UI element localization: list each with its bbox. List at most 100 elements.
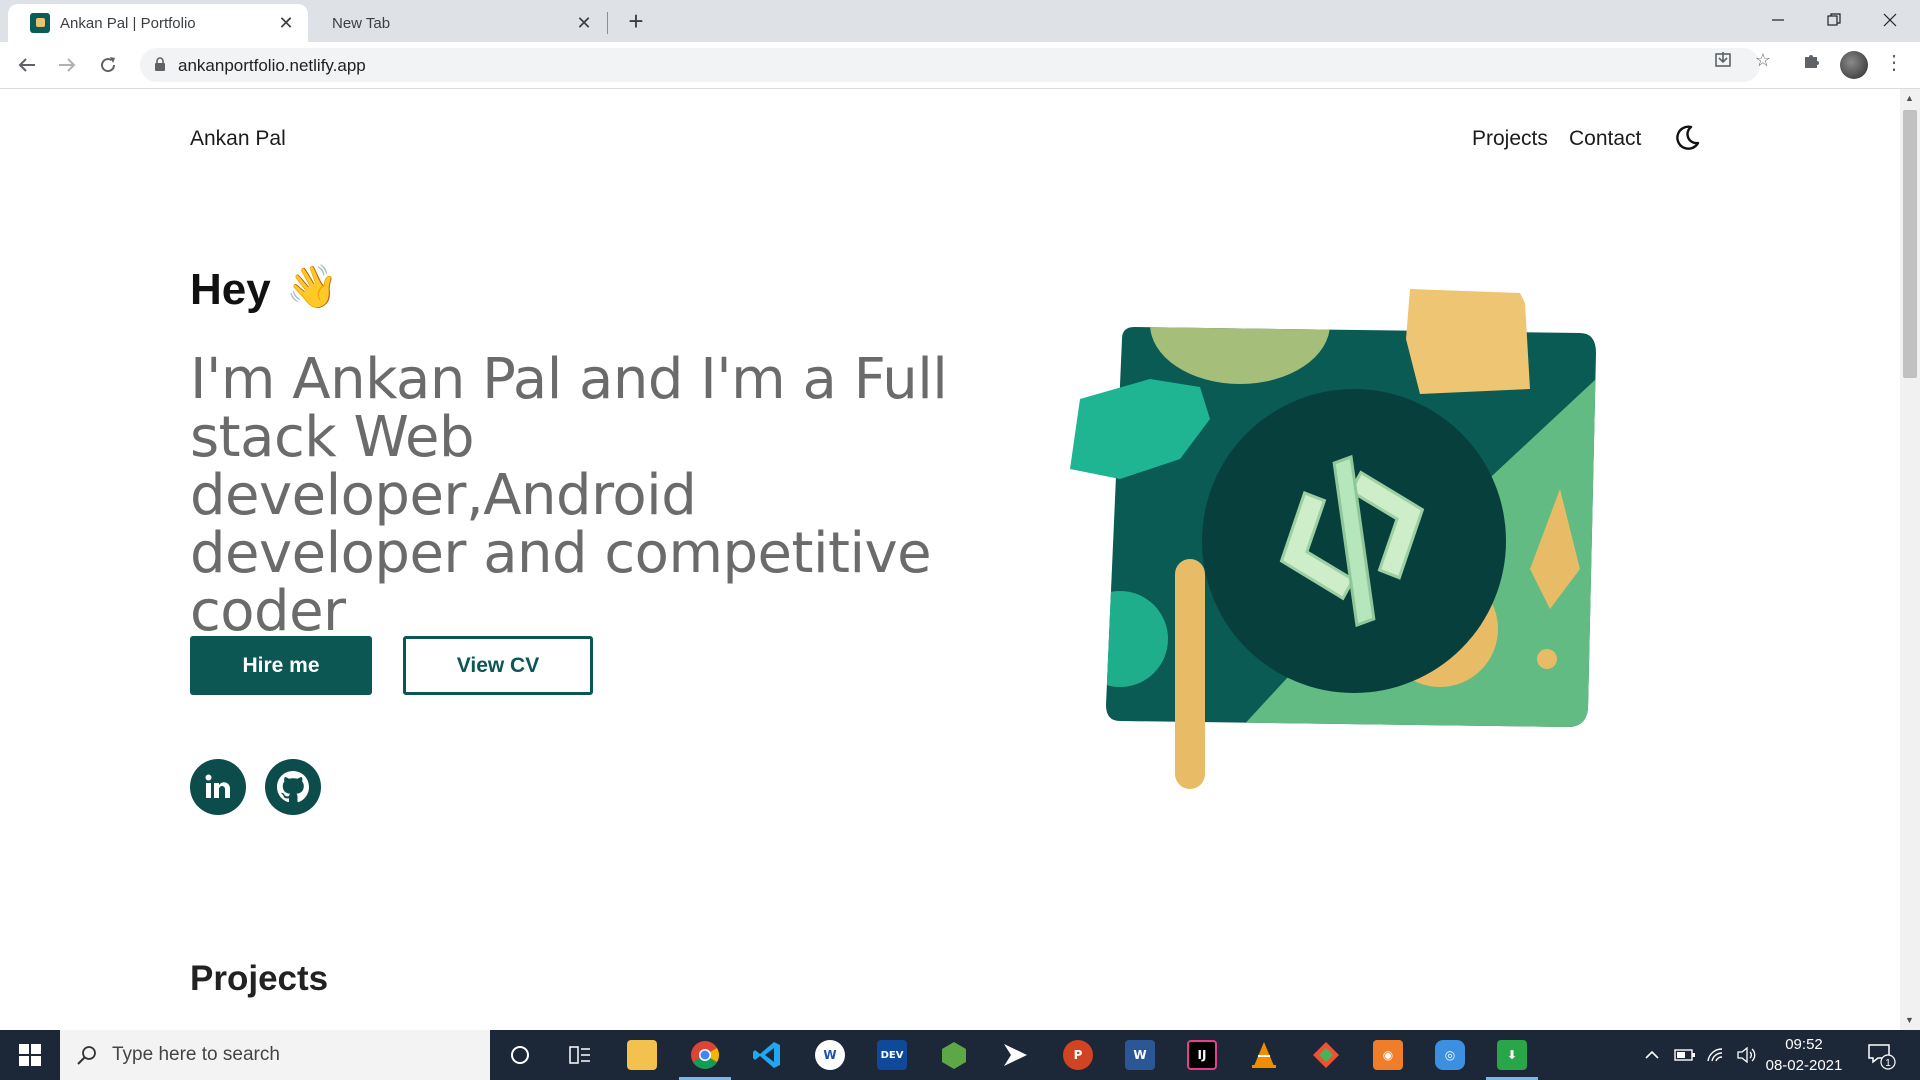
windows-logo-icon [19,1044,41,1066]
wifi-icon [1707,1048,1723,1062]
system-clock[interactable]: 09:52 08-02-2021 [1756,1034,1852,1076]
taskbar-wps[interactable]: W [800,1030,860,1080]
taskbar-vscode[interactable] [737,1030,797,1080]
taskbar-search-box[interactable]: Type here to search [60,1030,490,1080]
network-status[interactable] [1706,1030,1726,1080]
action-center-button[interactable]: 1 [1866,1040,1896,1070]
page-scrollbar[interactable]: ▲ ▼ [1900,89,1920,1030]
taskbar-powerpoint[interactable]: P [1048,1030,1108,1080]
site-brand[interactable]: Ankan Pal [190,127,286,151]
close-window-button[interactable] [1862,0,1918,40]
taskbar-screen-recorder[interactable]: ◎ [1420,1030,1480,1080]
forward-button[interactable] [52,50,82,80]
task-view-icon [569,1046,590,1064]
greeting-heading: Hey [190,265,271,314]
cortana-icon [511,1046,529,1064]
clock-date: 08-02-2021 [1765,1057,1843,1074]
start-button[interactable] [0,1030,60,1080]
cloud-download-icon: ⬇ [1497,1040,1527,1070]
tab-portfolio[interactable]: Ankan Pal | Portfolio ✕ [8,4,308,42]
tab-title: Ankan Pal | Portfolio [60,14,196,32]
search-icon [77,1046,96,1065]
taskbar-task-view[interactable] [550,1030,610,1080]
new-tab-button[interactable]: + [622,6,650,37]
scroll-down-icon[interactable]: ▼ [1905,1015,1914,1025]
screen-recorder-icon: ◎ [1435,1040,1465,1070]
windows-taskbar: Type here to search W DEV P W IJ ◉ ◎ ⬇ 0… [0,1030,1920,1080]
url-text: ankanportfolio.netlify.app [178,56,366,75]
wps-icon: W [815,1040,845,1070]
install-app-icon[interactable] [1712,49,1734,71]
restore-button[interactable] [1806,0,1862,40]
battery-status[interactable] [1674,1030,1696,1080]
restore-icon [1827,13,1841,26]
nav-projects[interactable]: Projects [1472,127,1548,151]
taskbar-vlc[interactable] [1234,1030,1294,1080]
profile-avatar[interactable] [1840,51,1868,79]
dark-mode-toggle-icon[interactable] [1672,123,1702,153]
taskbar-terminal[interactable] [986,1030,1046,1080]
favicon-icon [30,13,50,33]
taskbar-photo-app[interactable]: ◉ [1358,1030,1418,1080]
taskbar-download-manager[interactable]: ⬇ [1482,1030,1542,1080]
waving-hand-icon: 👋 [286,263,339,310]
notification-icon: 1 [1868,1044,1896,1070]
show-hidden-icons-button[interactable] [1644,1030,1660,1080]
view-cv-button[interactable]: View CV [403,636,593,695]
vlc-cone-icon [1252,1042,1276,1068]
nodejs-icon [942,1042,966,1069]
taskbar-file-explorer[interactable] [612,1030,672,1080]
taskbar-word[interactable]: W [1110,1030,1170,1080]
reload-button[interactable] [93,50,123,80]
intro-text: I'm Ankan Pal and I'm a Full stack Web d… [190,347,948,644]
nav-contact[interactable]: Contact [1569,127,1641,151]
github-icon [277,771,309,803]
back-arrow-icon [18,58,35,72]
speaker-icon [1737,1047,1756,1063]
linkedin-link[interactable] [190,759,246,815]
tab-new-tab[interactable]: New Tab ✕ [310,4,606,42]
close-tab-icon[interactable]: ✕ [574,13,594,34]
chevron-up-icon [1645,1050,1659,1059]
address-bar[interactable]: ankanportfolio.netlify.app [140,48,1760,82]
bookmark-star-icon[interactable]: ☆ [1752,49,1774,71]
taskbar-chrome[interactable] [675,1030,735,1080]
clock-time: 09:52 [1785,1036,1823,1053]
github-link[interactable] [265,759,321,815]
reload-icon [101,57,116,73]
volume-control[interactable] [1736,1030,1756,1080]
forward-arrow-icon [59,58,76,72]
taskbar-nodejs[interactable] [924,1030,984,1080]
devcpp-icon: DEV [877,1040,907,1070]
intellij-icon: IJ [1187,1040,1217,1070]
browser-menu-icon[interactable]: ⋮ [1884,50,1904,75]
scrollbar-thumb[interactable] [1903,110,1917,378]
minimize-button[interactable] [1750,0,1806,40]
powerpoint-icon: P [1063,1040,1093,1070]
close-tab-icon[interactable]: ✕ [276,13,296,34]
coding-illustration [1070,289,1596,789]
folder-icon [627,1040,657,1070]
linkedin-icon [205,774,230,798]
word-icon: W [1125,1040,1155,1070]
minimize-icon [1772,19,1784,21]
taskbar-devcpp[interactable]: DEV [862,1030,922,1080]
search-placeholder: Type here to search [112,1044,280,1065]
back-button[interactable] [12,50,42,80]
photo-app-icon: ◉ [1373,1040,1403,1070]
vscode-icon [753,1042,780,1068]
extensions-icon[interactable] [1800,49,1822,71]
lock-icon [155,57,165,71]
browser-toolbar: ankanportfolio.netlify.app ☆ [0,42,1920,89]
tab-title: New Tab [332,14,391,32]
scroll-up-icon[interactable]: ▲ [1905,93,1914,103]
taskbar-git[interactable] [1296,1030,1356,1080]
notification-count: 1 [1885,1058,1891,1069]
hire-me-button[interactable]: Hire me [190,636,372,695]
projects-heading: Projects [190,959,329,998]
tab-divider [607,12,608,34]
web-page: Ankan Pal Projects Contact Hey 👋 I'm Ank… [0,89,1900,1030]
taskbar-cortana[interactable] [490,1030,550,1080]
taskbar-intellij[interactable]: IJ [1172,1030,1232,1080]
terminal-icon [1004,1044,1027,1066]
